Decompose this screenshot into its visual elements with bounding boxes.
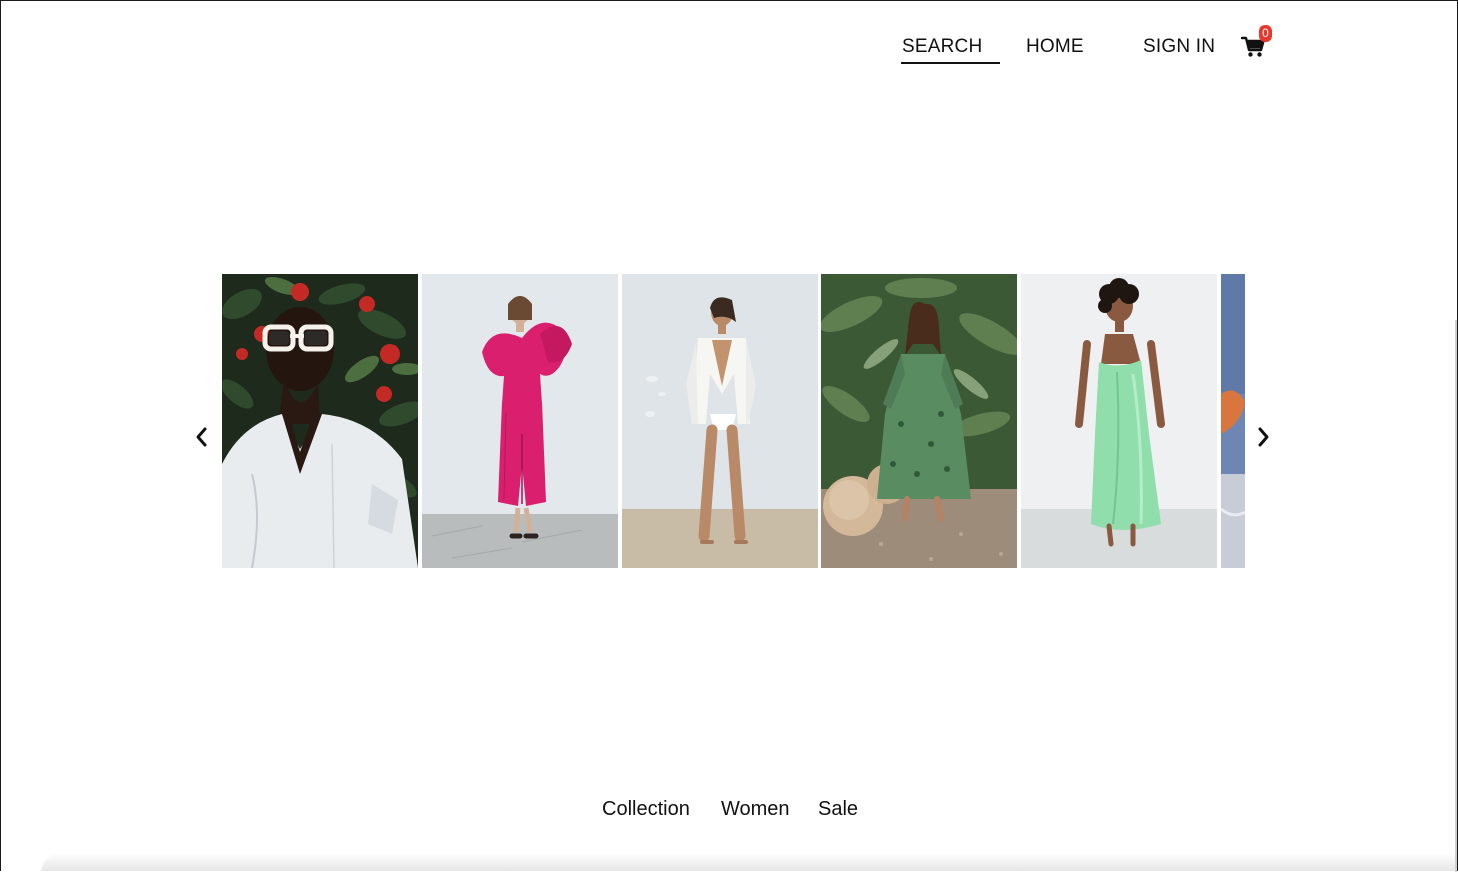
top-nav: SEARCH HOME SIGN IN 0 [1, 25, 1457, 64]
search-field[interactable]: SEARCH [901, 34, 1000, 64]
nav-home-link[interactable]: HOME [1026, 36, 1084, 58]
carousel-slide[interactable] [1221, 274, 1245, 568]
carousel-slide[interactable] [1021, 274, 1217, 568]
product-photo-white-blazer [622, 274, 818, 568]
carousel-track [222, 273, 1245, 569]
carousel-slide[interactable] [422, 274, 618, 568]
cart-button[interactable]: 0 [1241, 25, 1272, 60]
window-edge [1455, 320, 1457, 872]
chevron-left-icon [196, 427, 207, 447]
product-photo-partial [1221, 274, 1245, 568]
product-photo-sunglasses-white-shirt [222, 274, 418, 568]
carousel-prev-button[interactable] [191, 425, 211, 449]
category-link-sale[interactable]: Sale [818, 798, 858, 821]
search-input[interactable] [901, 34, 1000, 62]
bottom-panel-edge [41, 853, 1457, 871]
carousel-slide[interactable] [622, 274, 818, 568]
page-frame: SEARCH HOME SIGN IN 0 Collection Women S… [0, 0, 1458, 871]
product-photo-pink-ruffle-dress [422, 274, 618, 568]
carousel-slide[interactable] [222, 274, 418, 568]
cart-count-badge: 0 [1259, 25, 1272, 42]
category-links: Collection Women Sale [1, 798, 1457, 824]
chevron-right-icon [1258, 427, 1269, 447]
product-carousel [186, 273, 1286, 571]
category-link-women[interactable]: Women [721, 798, 790, 821]
product-photo-mint-slip-dress [1021, 274, 1217, 568]
carousel-next-button[interactable] [1254, 425, 1274, 449]
carousel-slide[interactable] [821, 274, 1017, 568]
nav-signin-link[interactable]: SIGN IN [1143, 36, 1215, 58]
category-link-collection[interactable]: Collection [602, 798, 690, 821]
product-photo-green-print-dress [821, 274, 1017, 568]
